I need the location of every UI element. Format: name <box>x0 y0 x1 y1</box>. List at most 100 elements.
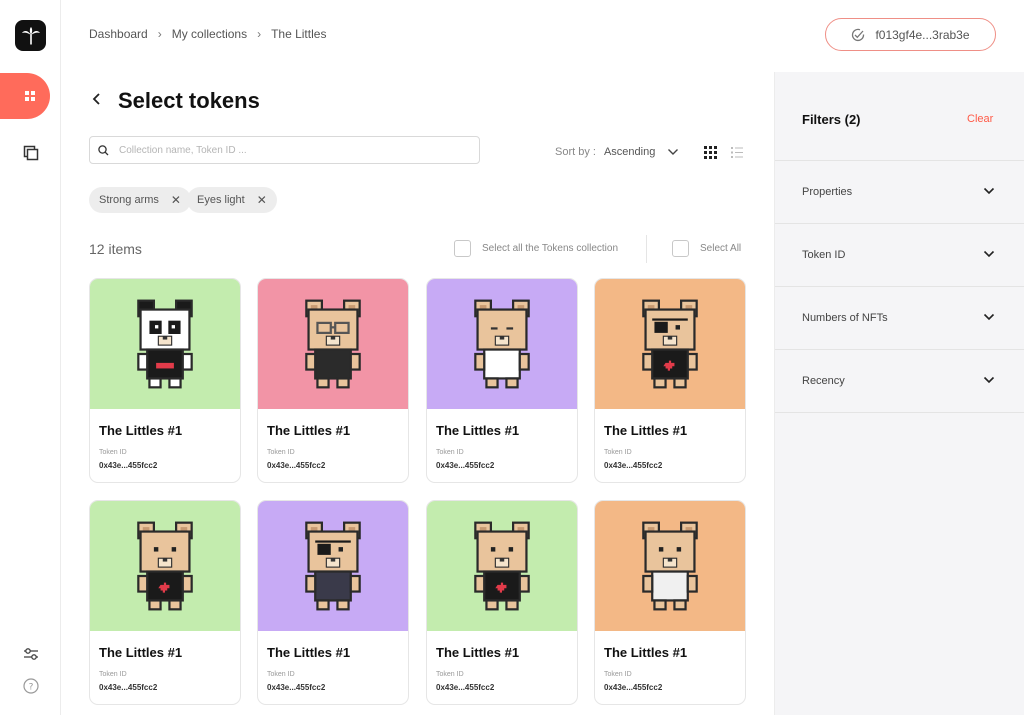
pixel-character-icon <box>474 299 530 389</box>
search-input[interactable] <box>119 144 459 156</box>
close-icon[interactable]: ✕ <box>257 193 267 207</box>
token-id-label: Token ID <box>99 671 127 678</box>
select-all-label: Select All <box>700 243 742 254</box>
filter-row-numbers-of-nfts[interactable]: Numbers of NFTs <box>775 287 1024 350</box>
pixel-character-icon <box>137 299 193 389</box>
chevron-down-icon <box>983 312 995 324</box>
token-id-label: Token ID <box>436 449 464 456</box>
filter-chip-eyes-light: Eyes light ✕ <box>187 187 277 213</box>
breadcrumb-the-littles[interactable]: The Littles <box>271 27 326 41</box>
pixel-character-icon <box>474 521 530 611</box>
chip-label: Eyes light <box>197 194 245 206</box>
sort-dropdown[interactable]: Sort by : Ascending <box>555 146 679 158</box>
filter-row-recency[interactable]: Recency <box>775 350 1024 413</box>
filter-row-properties[interactable]: Properties <box>775 161 1024 224</box>
token-image <box>595 501 745 631</box>
token-id-label: Token ID <box>99 449 127 456</box>
back-chevron-icon[interactable] <box>92 92 102 111</box>
token-name: The Littles #1 <box>436 645 520 660</box>
token-id-label: Token ID <box>436 671 464 678</box>
left-rail: ? <box>0 0 61 715</box>
filter-row-token-id[interactable]: Token ID <box>775 224 1024 287</box>
select-collection-checkbox[interactable] <box>454 240 471 257</box>
breadcrumb-dashboard[interactable]: Dashboard <box>89 27 148 41</box>
copy-stack-icon <box>23 145 39 161</box>
token-image <box>427 501 577 631</box>
token-id-value: 0x43e...455fcc2 <box>604 461 663 470</box>
token-name: The Littles #1 <box>604 423 688 438</box>
pixel-character-icon <box>642 299 698 389</box>
svg-text:?: ? <box>29 683 34 693</box>
token-card[interactable]: The Littles #1 Token ID 0x43e...455fcc2 <box>426 500 578 705</box>
token-card[interactable]: The Littles #1 Token ID 0x43e...455fcc2 <box>594 500 746 705</box>
token-id-value: 0x43e...455fcc2 <box>436 683 495 692</box>
breadcrumb-my-collections[interactable]: My collections <box>172 27 247 41</box>
select-collection-checkbox-row[interactable]: Select all the Tokens collection <box>454 240 618 257</box>
token-name: The Littles #1 <box>99 423 183 438</box>
nav-collections-button[interactable] <box>20 142 42 164</box>
chip-label: Strong arms <box>99 194 159 206</box>
token-id-value: 0x43e...455fcc2 <box>436 461 495 470</box>
token-card[interactable]: The Littles #1 Token ID 0x43e...455fcc2 <box>594 278 746 483</box>
grid-icon <box>25 91 35 101</box>
chevron-down-icon <box>983 186 995 198</box>
filter-row-label: Properties <box>802 186 853 198</box>
clear-filters-button[interactable]: Clear <box>967 113 993 125</box>
select-collection-label: Select all the Tokens collection <box>482 243 619 254</box>
token-card[interactable]: The Littles #1 Token ID 0x43e...455fcc2 <box>89 500 241 705</box>
nav-settings-button[interactable] <box>20 643 42 665</box>
token-card[interactable]: The Littles #1 Token ID 0x43e...455fcc2 <box>257 500 409 705</box>
token-id-value: 0x43e...455fcc2 <box>267 461 326 470</box>
sliders-icon <box>24 648 38 660</box>
filter-row-label: Token ID <box>802 249 846 261</box>
token-id-label: Token ID <box>267 449 295 456</box>
grid-view-button[interactable] <box>704 146 717 164</box>
chevron-down-icon <box>983 375 995 387</box>
filter-row-label: Recency <box>802 375 845 387</box>
items-count: 12 items <box>89 241 142 257</box>
sort-value: Ascending <box>603 146 656 158</box>
token-id-value: 0x43e...455fcc2 <box>604 683 663 692</box>
sort-label: Sort by : <box>555 146 596 158</box>
list-view-icon <box>731 147 743 158</box>
select-all-checkbox[interactable] <box>672 240 689 257</box>
filters-title: Filters (2) <box>802 112 861 127</box>
search-box <box>89 136 480 164</box>
chevron-right-icon: › <box>157 27 162 41</box>
token-id-value: 0x43e...455fcc2 <box>267 683 326 692</box>
page-title: Select tokens <box>118 88 260 113</box>
list-view-button[interactable] <box>731 146 743 164</box>
token-image <box>90 501 240 631</box>
token-image <box>258 279 408 409</box>
chevron-right-icon: › <box>257 27 262 41</box>
token-card[interactable]: The Littles #1 Token ID 0x43e...455fcc2 <box>257 278 409 483</box>
token-id-value: 0x43e...455fcc2 <box>99 461 158 470</box>
token-card[interactable]: The Littles #1 Token ID 0x43e...455fcc2 <box>426 278 578 483</box>
token-id-label: Token ID <box>604 449 632 456</box>
nav-help-button[interactable]: ? <box>20 675 42 697</box>
token-image <box>595 279 745 409</box>
filters-panel: Filters (2) Clear Properties Token ID Numb… <box>774 72 1024 715</box>
breadcrumb: Dashboard › My collections › The Littles <box>89 27 326 41</box>
token-image <box>258 501 408 631</box>
nav-dashboard-button[interactable] <box>0 73 50 119</box>
pixel-character-icon <box>305 521 361 611</box>
close-icon[interactable]: ✕ <box>171 193 181 207</box>
token-name: The Littles #1 <box>267 645 351 660</box>
help-icon: ? <box>23 678 39 694</box>
token-card[interactable]: The Littles #1 Token ID 0x43e...455fcc2 <box>89 278 241 483</box>
filter-chip-strong-arms: Strong arms ✕ <box>89 187 191 213</box>
pixel-character-icon <box>305 299 361 389</box>
palm-logo-icon[interactable] <box>15 20 46 51</box>
token-name: The Littles #1 <box>267 423 351 438</box>
check-circle-icon <box>852 28 865 41</box>
wallet-address: f013gf4e...3rab3e <box>875 27 970 42</box>
token-image <box>90 279 240 409</box>
pixel-character-icon <box>137 521 193 611</box>
chevron-down-icon <box>983 249 995 261</box>
divider <box>646 235 647 263</box>
select-all-checkbox-row[interactable]: Select All <box>672 240 741 257</box>
title-row: Select tokens <box>92 88 260 114</box>
wallet-button[interactable]: f013gf4e...3rab3e <box>825 18 996 51</box>
token-id-label: Token ID <box>267 671 295 678</box>
